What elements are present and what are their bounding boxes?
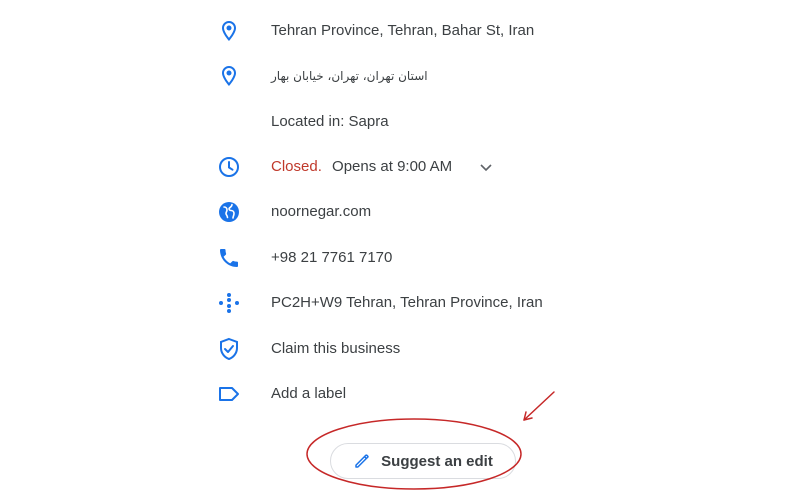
annotation-arrow [523,391,555,421]
phone-row[interactable]: +98 21 7761 7170 [200,238,620,278]
address-local-row[interactable]: استان تهران، تهران، خیابان بهار [200,56,620,96]
closed-status: Closed. [271,158,322,175]
located-in-text: Located in: Sapra [271,113,389,130]
phone-icon [217,246,241,270]
annotation-ellipse [306,418,522,490]
claim-business-link[interactable]: Claim this business [271,329,400,369]
location-pin-icon [217,64,241,88]
plus-code-icon [217,291,241,315]
address-local-text: استان تهران، تهران، خیابان بهار [271,69,428,83]
plus-code-row[interactable]: PC2H+W9 Tehran, Tehran Province, Iran [200,283,620,323]
phone-number[interactable]: +98 21 7761 7170 [271,238,392,278]
clock-icon [217,155,241,179]
hours-row[interactable]: Closed. Opens at 9:00 AM [200,147,620,187]
chevron-down-icon[interactable] [478,159,494,175]
claim-business-row[interactable]: Claim this business [200,329,620,369]
location-pin-icon [217,19,241,43]
place-info-panel: Tehran Province, Tehran, Bahar St, Iran … [0,0,800,500]
website-row[interactable]: noornegar.com [200,192,620,232]
add-label-link[interactable]: Add a label [271,374,346,414]
label-icon [217,382,241,406]
verified-shield-icon [217,337,241,361]
globe-icon [217,200,241,224]
located-in-row[interactable]: Located in: Sapra [200,102,620,142]
website-link[interactable]: noornegar.com [271,192,371,232]
plus-code-text: PC2H+W9 Tehran, Tehran Province, Iran [271,294,543,311]
address-text: Tehran Province, Tehran, Bahar St, Iran [271,22,535,39]
hours-text: Closed. Opens at 9:00 AM [271,147,494,187]
address-row[interactable]: Tehran Province, Tehran, Bahar St, Iran [200,11,620,51]
opening-time: Opens at 9:00 AM [332,158,453,175]
